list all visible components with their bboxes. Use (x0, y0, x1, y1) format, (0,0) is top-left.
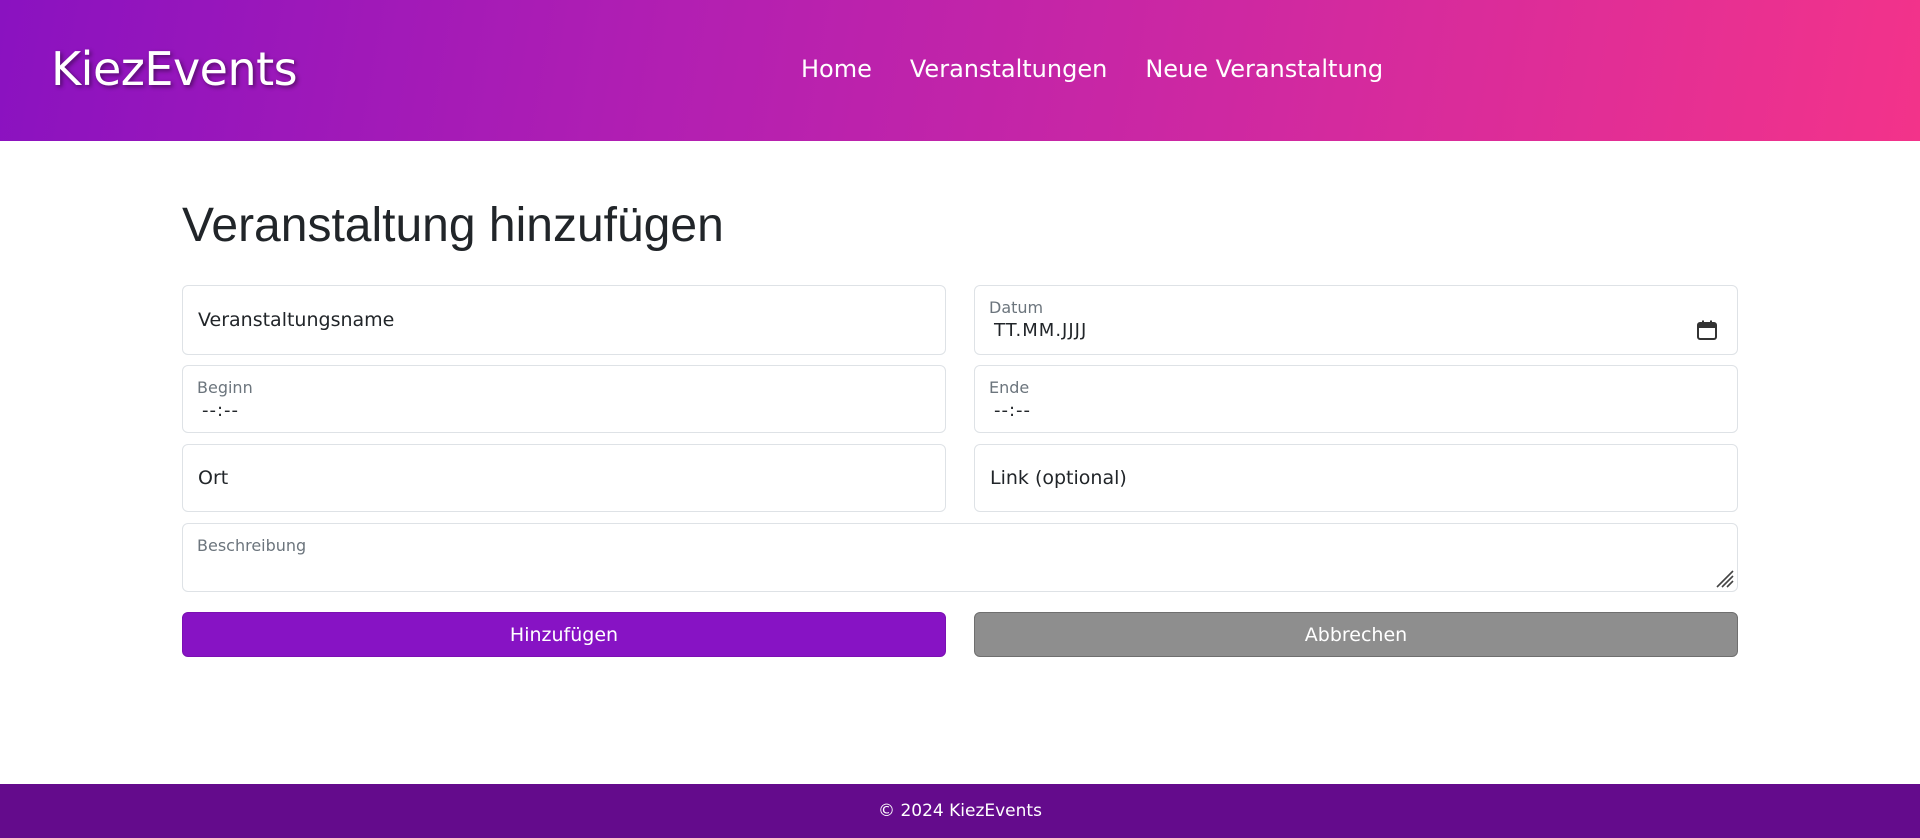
date-input[interactable]: Datum TT.MM.JJJJ (974, 285, 1738, 355)
end-time-value: --:-- (994, 400, 1032, 421)
location-input[interactable]: Ort (182, 444, 946, 512)
brand-logo[interactable]: KiezEvents (51, 42, 298, 96)
description-textarea[interactable]: Beschreibung (182, 523, 1738, 592)
event-name-placeholder: Veranstaltungsname (198, 309, 395, 331)
link-placeholder: Link (optional) (990, 467, 1127, 489)
location-placeholder: Ort (198, 467, 229, 489)
footer-copyright: © 2024 KiezEvents (878, 801, 1042, 821)
date-label: Datum (989, 298, 1044, 317)
start-time-value: --:-- (202, 400, 240, 421)
cancel-button[interactable]: Abbrechen (974, 612, 1738, 657)
nav-link-events[interactable]: Veranstaltungen (910, 55, 1107, 83)
site-header: KiezEvents Home Veranstaltungen Neue Ver… (0, 0, 1920, 141)
page-title: Veranstaltung hinzufügen (182, 199, 724, 252)
nav-link-new-event[interactable]: Neue Veranstaltung (1145, 55, 1383, 83)
main-nav: Home Veranstaltungen Neue Veranstaltung (801, 55, 1383, 83)
start-time-label: Beginn (197, 378, 253, 397)
link-input[interactable]: Link (optional) (974, 444, 1738, 512)
nav-link-home[interactable]: Home (801, 55, 872, 83)
submit-button[interactable]: Hinzufügen (182, 612, 946, 657)
start-time-input[interactable]: Beginn --:-- (182, 365, 946, 433)
calendar-icon[interactable] (1696, 319, 1718, 341)
end-time-input[interactable]: Ende --:-- (974, 365, 1738, 433)
end-time-label: Ende (989, 378, 1030, 397)
event-name-input[interactable]: Veranstaltungsname (182, 285, 946, 355)
date-value: TT.MM.JJJJ (994, 320, 1088, 341)
resize-handle-icon[interactable] (1713, 567, 1735, 589)
site-footer: © 2024 KiezEvents (0, 784, 1920, 838)
description-label: Beschreibung (197, 536, 307, 555)
